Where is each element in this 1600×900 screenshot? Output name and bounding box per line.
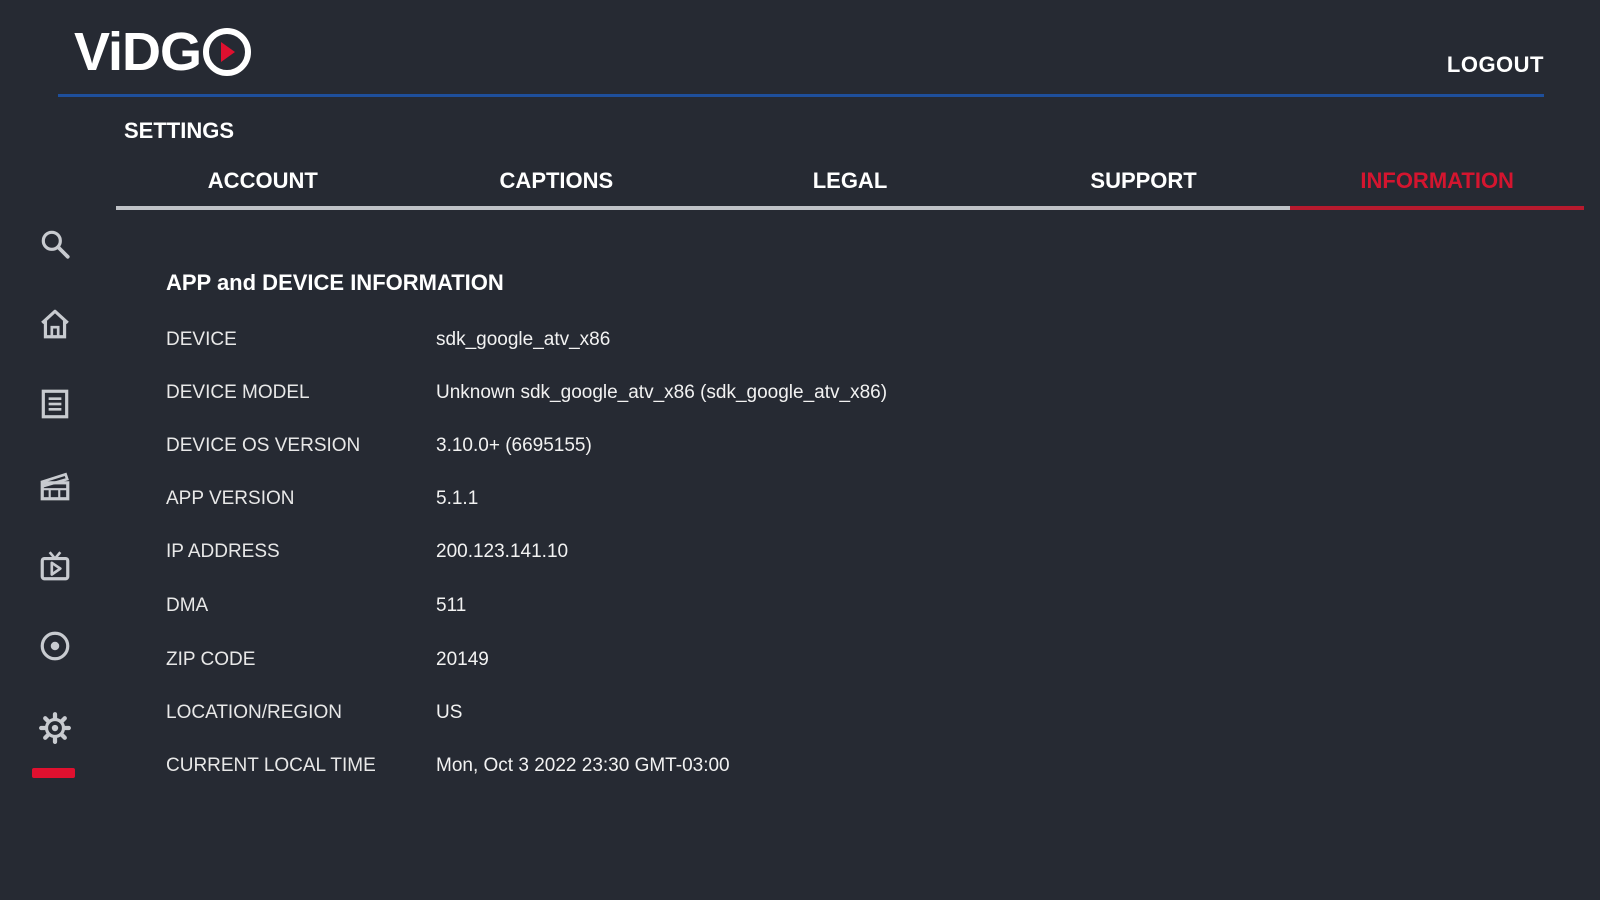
info-value: 511 bbox=[436, 595, 467, 616]
logo-text: ViDG bbox=[74, 22, 202, 82]
sidebar-item-guide[interactable] bbox=[30, 382, 80, 426]
info-value: 200.123.141.10 bbox=[436, 541, 569, 562]
info-row-local-time: CURRENT LOCAL TIME Mon, Oct 3 2022 23:30… bbox=[166, 751, 730, 781]
settings-tabs: ACCOUNT CAPTIONS LEGAL SUPPORT INFORMATI… bbox=[116, 168, 1584, 210]
info-label: IP ADDRESS bbox=[166, 541, 280, 562]
sidebar-item-tv[interactable] bbox=[30, 544, 80, 588]
header-divider bbox=[58, 94, 1544, 97]
settings-page: ViDG LOGOUT SETTINGS ACCOUNT CAPTIONS LE… bbox=[0, 0, 1600, 900]
info-row-dma: DMA 511 bbox=[166, 591, 466, 621]
info-label: LOCATION/REGION bbox=[166, 702, 342, 723]
home-icon bbox=[41, 309, 69, 339]
sidebar-item-dvr[interactable] bbox=[30, 624, 80, 668]
info-label: DEVICE OS VERSION bbox=[166, 435, 361, 456]
info-value: 5.1.1 bbox=[436, 488, 479, 509]
settings-gear-icon bbox=[39, 712, 71, 744]
sidebar-active-indicator bbox=[32, 768, 75, 778]
info-label: DEVICE bbox=[166, 329, 237, 350]
info-label: DMA bbox=[166, 595, 209, 616]
tab-account[interactable]: ACCOUNT bbox=[116, 168, 410, 210]
info-value: US bbox=[436, 702, 463, 723]
guide-icon bbox=[41, 389, 69, 419]
sidebar-item-movies[interactable] bbox=[30, 464, 80, 508]
vidgo-logo: ViDG bbox=[74, 22, 252, 82]
movies-icon bbox=[40, 472, 70, 501]
info-value: Mon, Oct 3 2022 23:30 GMT-03:00 bbox=[436, 755, 730, 776]
sidebar-item-home[interactable] bbox=[30, 302, 80, 346]
tab-support[interactable]: SUPPORT bbox=[996, 168, 1291, 210]
section-title: APP and DEVICE INFORMATION bbox=[166, 270, 504, 295]
info-row-ip-address: IP ADDRESS 200.123.141.10 bbox=[166, 537, 568, 567]
info-row-zip-code: ZIP CODE 20149 bbox=[166, 645, 489, 675]
play-icon bbox=[203, 28, 252, 76]
search-icon bbox=[41, 230, 70, 259]
logout-button[interactable]: LOGOUT bbox=[1447, 52, 1544, 78]
info-label: APP VERSION bbox=[166, 488, 295, 509]
info-value: 20149 bbox=[436, 649, 489, 670]
tv-shows-icon bbox=[40, 551, 70, 581]
tab-legal[interactable]: LEGAL bbox=[703, 168, 997, 210]
info-label: ZIP CODE bbox=[166, 649, 256, 670]
info-row-location: LOCATION/REGION US bbox=[166, 698, 462, 728]
sidebar-item-settings[interactable] bbox=[30, 706, 80, 750]
info-value: 3.10.0+ (6695155) bbox=[436, 435, 592, 456]
info-value: sdk_google_atv_x86 bbox=[436, 329, 611, 350]
info-row-app-version: APP VERSION 5.1.1 bbox=[166, 484, 478, 514]
info-label: CURRENT LOCAL TIME bbox=[166, 755, 376, 776]
sidebar-item-search[interactable] bbox=[30, 222, 80, 266]
info-value: Unknown sdk_google_atv_x86 (sdk_google_a… bbox=[436, 382, 888, 403]
tab-captions[interactable]: CAPTIONS bbox=[409, 168, 704, 210]
page-title: SETTINGS bbox=[124, 118, 235, 143]
dvr-icon bbox=[40, 631, 70, 661]
tab-information[interactable]: INFORMATION bbox=[1290, 168, 1584, 210]
info-row-device: DEVICE sdk_google_atv_x86 bbox=[166, 325, 610, 355]
info-label: DEVICE MODEL bbox=[166, 382, 310, 403]
info-row-device-model: DEVICE MODEL Unknown sdk_google_atv_x86 … bbox=[166, 378, 887, 408]
info-row-os-version: DEVICE OS VERSION 3.10.0+ (6695155) bbox=[166, 431, 592, 461]
